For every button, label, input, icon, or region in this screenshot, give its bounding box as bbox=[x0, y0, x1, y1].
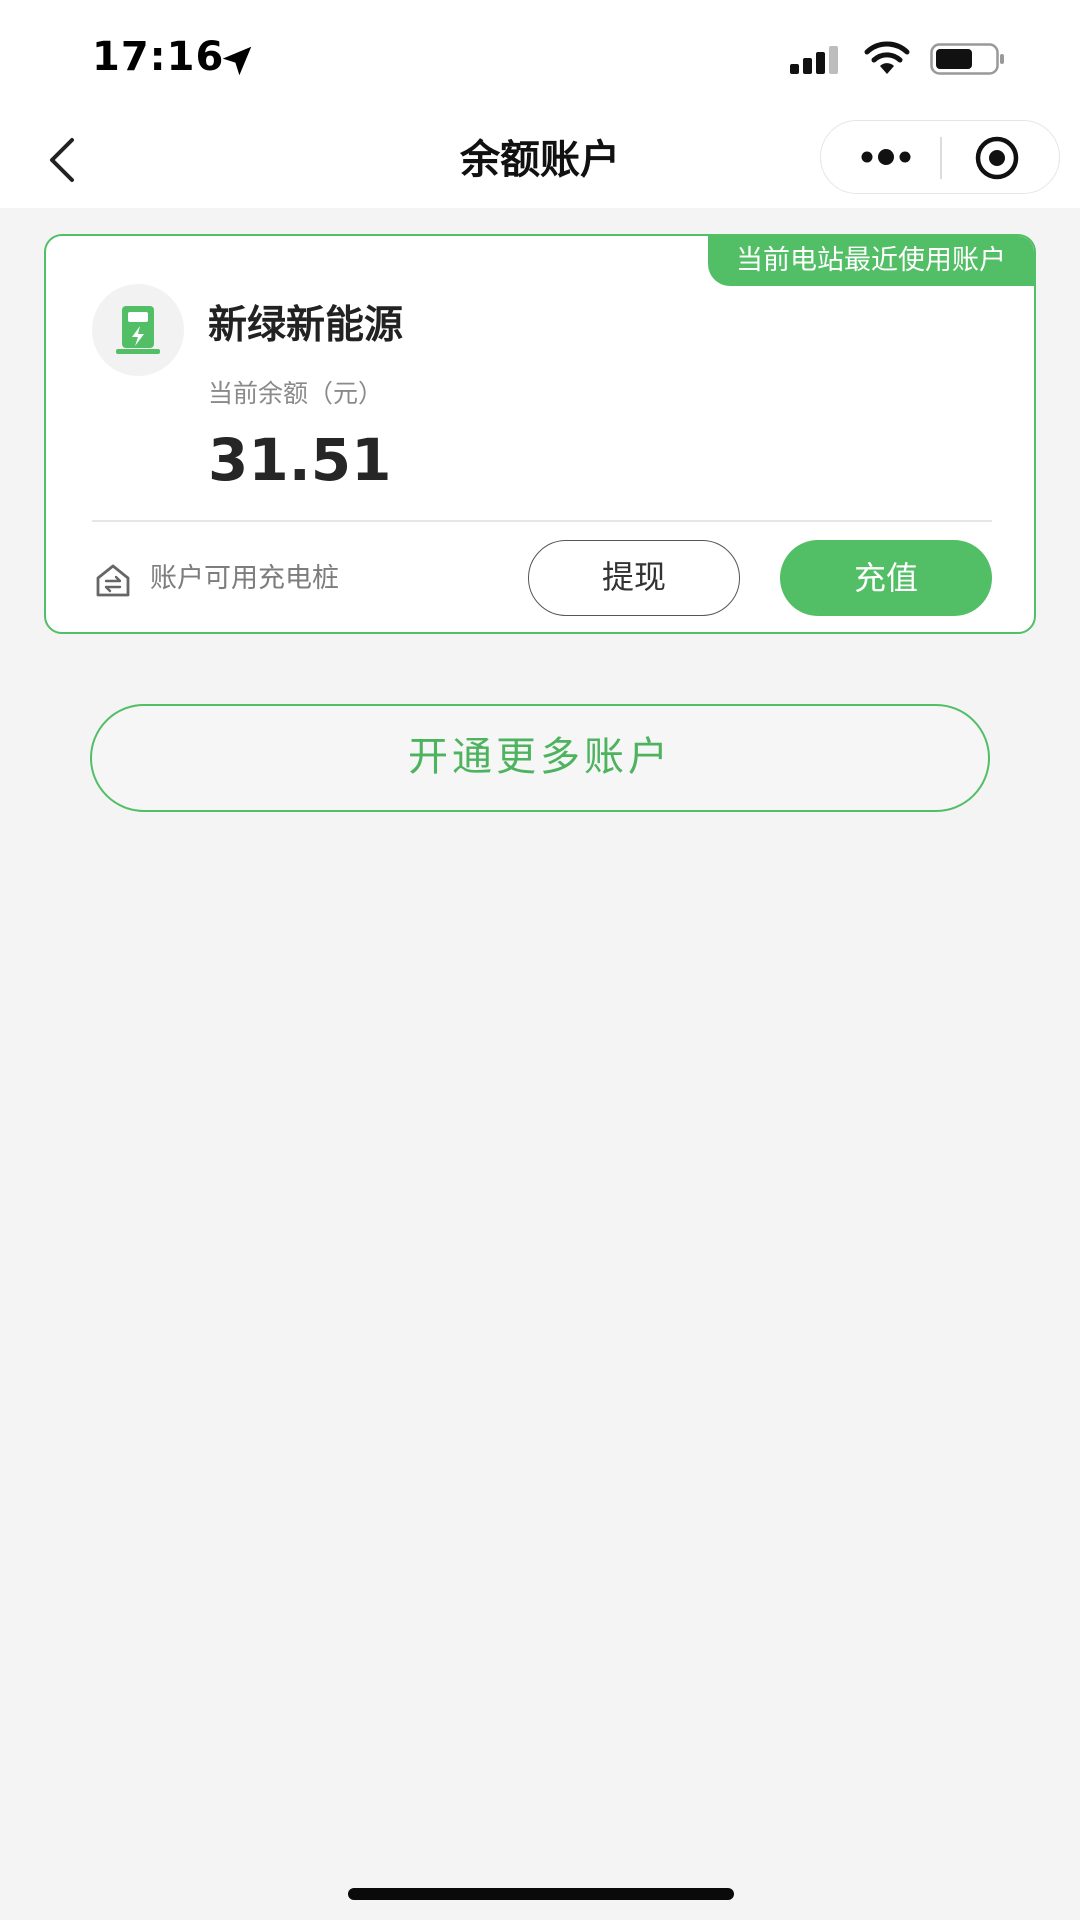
status-time: 17:16 bbox=[92, 34, 225, 80]
card-divider bbox=[92, 520, 992, 522]
balance-value: 31.51 bbox=[208, 426, 392, 494]
charging-station-icon bbox=[116, 306, 160, 354]
account-card: 当前电站最近使用账户 新绿新能源 当前余额（元） 31.51 账户可用充电桩 提… bbox=[44, 234, 1036, 634]
wifi-icon bbox=[864, 41, 910, 74]
house-exchange-icon bbox=[96, 564, 130, 597]
battery-icon bbox=[930, 43, 1004, 75]
navigation-bar: 余额账户 bbox=[0, 110, 1080, 208]
recent-account-badge: 当前电站最近使用账户 bbox=[708, 236, 1034, 286]
balance-label: 当前余额（元） bbox=[208, 379, 384, 408]
account-name: 新绿新能源 bbox=[208, 303, 404, 348]
operator-logo bbox=[92, 284, 184, 376]
location-arrow-icon bbox=[222, 46, 252, 76]
withdraw-button[interactable]: 提现 bbox=[528, 540, 740, 616]
cellular-signal-icon bbox=[790, 46, 838, 74]
recharge-button[interactable]: 充值 bbox=[780, 540, 992, 616]
miniprogram-capsule bbox=[820, 120, 1060, 194]
home-indicator[interactable] bbox=[348, 1888, 734, 1900]
top-header: 17:16 余额账户 bbox=[0, 0, 1080, 208]
status-bar: 17:16 bbox=[0, 0, 1080, 110]
capsule-divider bbox=[940, 137, 942, 179]
open-more-accounts-button[interactable]: 开通更多账户 bbox=[90, 704, 990, 812]
close-miniprogram-icon[interactable] bbox=[973, 135, 1021, 181]
more-options-icon[interactable] bbox=[857, 139, 915, 175]
available-piles-label: 账户可用充电桩 bbox=[150, 563, 339, 594]
